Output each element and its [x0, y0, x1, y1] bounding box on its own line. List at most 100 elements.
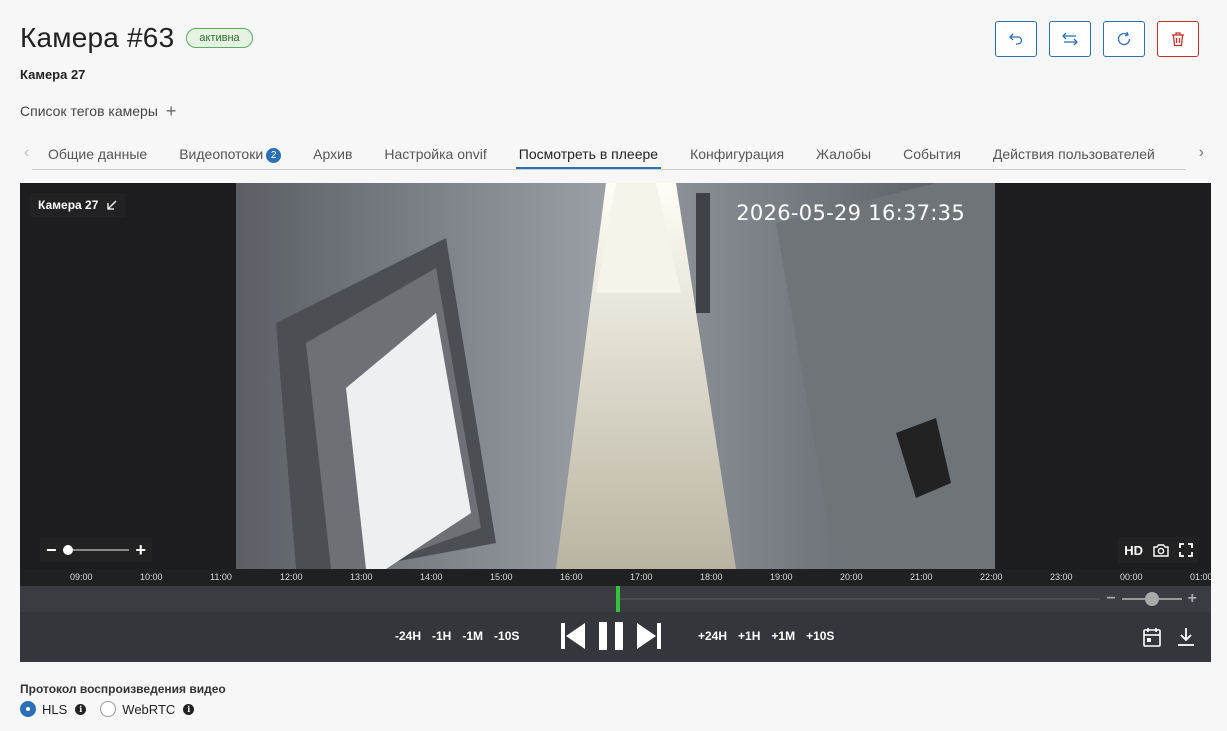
tab-label: События: [903, 146, 961, 162]
timeline-hour-label: 23:00: [1050, 572, 1073, 582]
trash-icon: [1172, 32, 1184, 47]
timeline[interactable]: 09:00 10:00 11:00 12:00 13:00 14:00 15:00 16:00…: [20, 569, 1211, 612]
timeline-hour-labels: 09:00 10:00 11:00 12:00 13:00 14:00 15:00 16:00…: [20, 569, 1211, 586]
forward-group: +24H +1H +1M +10S: [698, 629, 834, 643]
top-actions: [995, 21, 1199, 57]
timeline-hour-label: 17:00: [630, 572, 653, 582]
camera-tags: Список тегов камеры +: [20, 102, 177, 120]
tabs-divider: [32, 169, 1186, 170]
tabs-prev-button[interactable]: ‹: [24, 144, 29, 162]
timeline-zoom-knob[interactable]: [1144, 592, 1159, 606]
timeline-hour-label: 19:00: [770, 572, 793, 582]
timeline-hour-label: 22:00: [980, 572, 1003, 582]
tab-label: Видеопотоки: [179, 146, 264, 162]
timeline-hour-label: 20:00: [840, 572, 863, 582]
refresh-button[interactable]: [1103, 21, 1145, 57]
tab-label: Жалобы: [816, 146, 872, 162]
timeline-hour-label: 15:00: [490, 572, 513, 582]
timeline-future-line: [620, 598, 1100, 600]
camera-overlay-label[interactable]: Камера 27: [30, 193, 126, 217]
timeline-hour-label: 21:00: [910, 572, 933, 582]
arrow-down-left-icon: [107, 200, 117, 210]
swap-button[interactable]: [1049, 21, 1091, 57]
forward-10s-button[interactable]: +10S: [806, 629, 834, 643]
timeline-hour-label: 18:00: [700, 572, 723, 582]
rewind-24h-button[interactable]: -24H: [395, 629, 421, 643]
timeline-zoom-control: − +: [1106, 590, 1197, 608]
download-icon[interactable]: [1177, 627, 1195, 647]
skip-previous-icon[interactable]: [561, 622, 585, 650]
quality-toggle[interactable]: HD: [1124, 543, 1143, 558]
tags-label: Список тегов камеры: [20, 103, 158, 119]
tab-complaints[interactable]: Жалобы: [816, 142, 871, 170]
forward-1h-button[interactable]: +1H: [738, 629, 760, 643]
timeline-hour-label: 10:00: [140, 572, 163, 582]
timeline-zoom-slider[interactable]: [1121, 592, 1182, 606]
playback-controls: -24H -1H -1M -10S +24H +1H +1M +10S: [20, 612, 1211, 662]
video-frame[interactable]: 2026-05-29 16:37:35: [236, 183, 995, 569]
video-player: 2026-05-29 16:37:35 Камера 27 − + HD 09:…: [20, 183, 1211, 662]
pause-icon[interactable]: [599, 622, 623, 650]
zoom-slider[interactable]: [62, 545, 130, 555]
timeline-hour-label: 14:00: [420, 572, 443, 582]
video-tools: HD: [1118, 537, 1199, 563]
video-timestamp: 2026-05-29 16:37:35: [736, 201, 965, 225]
undo-button[interactable]: [995, 21, 1037, 57]
tab-label: Архив: [313, 146, 353, 162]
camera-name: Камера 27: [20, 67, 86, 82]
camera-overlay-name: Камера 27: [38, 198, 99, 212]
hls-info-icon[interactable]: i: [75, 703, 87, 715]
zoom-in-button[interactable]: +: [135, 540, 146, 561]
undo-icon: [1009, 33, 1023, 45]
tab-streams[interactable]: Видеопотоки 2: [179, 142, 282, 170]
add-tag-button[interactable]: +: [166, 102, 177, 120]
radio-webrtc[interactable]: [100, 701, 117, 717]
skip-next-icon[interactable]: [637, 622, 661, 650]
rewind-1h-button[interactable]: -1H: [432, 629, 451, 643]
fullscreen-icon[interactable]: [1179, 543, 1193, 557]
zoom-out-button[interactable]: −: [46, 540, 57, 561]
tab-bar: ‹ Общие данные Видеопотоки 2 Архив Настро…: [20, 142, 1210, 170]
rewind-10s-button[interactable]: -10S: [494, 629, 519, 643]
camera-snapshot-icon[interactable]: [1153, 543, 1169, 557]
tab-label: Настройка onvif: [384, 146, 487, 162]
video-zoom-control: − +: [40, 538, 152, 562]
calendar-icon[interactable]: [1143, 627, 1161, 647]
tab-player[interactable]: Посмотреть в плеере: [515, 142, 662, 170]
tab-configuration[interactable]: Конфигурация: [690, 142, 784, 170]
timeline-hour-label: 12:00: [280, 572, 303, 582]
tab-label: Общие данные: [48, 146, 148, 162]
timeline-hour-label: 13:00: [350, 572, 373, 582]
protocol-options: HLS i WebRTC i: [20, 701, 208, 717]
tab-label: Посмотреть в плеере: [518, 146, 659, 162]
camera-page: Камера #63 активна Камера 27 Список тего…: [0, 0, 1227, 731]
tab-general[interactable]: Общие данные: [48, 142, 147, 170]
tab-onvif[interactable]: Настройка onvif: [384, 142, 486, 170]
tab-label: Действия пользователей: [992, 146, 1155, 162]
timeline-zoom-in-button[interactable]: +: [1188, 590, 1197, 608]
radio-hls[interactable]: [20, 701, 36, 717]
delete-button[interactable]: [1157, 21, 1199, 57]
forward-1m-button[interactable]: +1M: [771, 629, 795, 643]
tabs-next-button[interactable]: ›: [1199, 144, 1204, 162]
tab-label: Конфигурация: [690, 146, 785, 162]
streams-count-badge: 2: [266, 148, 282, 163]
page-title: Камера #63: [20, 22, 175, 53]
radio-hls-label[interactable]: HLS: [42, 702, 67, 717]
timeline-cursor[interactable]: [616, 586, 620, 612]
tab-list: Общие данные Видеопотоки 2 Архив Настройк…: [48, 142, 1187, 170]
webrtc-info-icon[interactable]: i: [183, 703, 195, 715]
status-badge: активна: [186, 28, 253, 48]
zoom-slider-knob[interactable]: [62, 545, 73, 555]
swap-icon: [1062, 32, 1078, 46]
timeline-hour-label: 11:00: [210, 572, 232, 582]
tab-user-actions[interactable]: Действия пользователей: [993, 142, 1155, 170]
timeline-zoom-out-button[interactable]: −: [1106, 590, 1115, 608]
forward-24h-button[interactable]: +24H: [698, 629, 727, 643]
tab-events[interactable]: События: [903, 142, 961, 170]
rewind-group: -24H -1H -1M -10S: [395, 629, 519, 643]
radio-webrtc-label[interactable]: WebRTC: [122, 702, 175, 717]
rewind-1m-button[interactable]: -1M: [462, 629, 483, 643]
tab-archive[interactable]: Архив: [313, 142, 352, 170]
corridor-video-image: [236, 183, 995, 569]
